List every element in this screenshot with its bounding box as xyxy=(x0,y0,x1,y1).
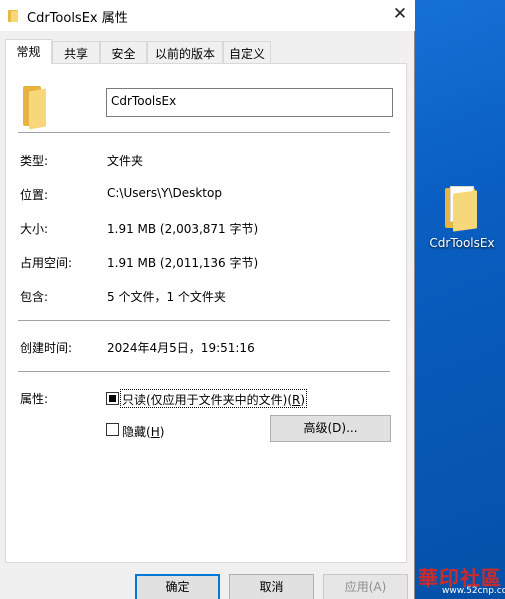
readonly-tail: ) xyxy=(300,393,306,407)
tab-sharing[interactable]: 共享 xyxy=(52,41,100,63)
tab-customize[interactable]: 自定义 xyxy=(223,41,271,63)
desktop-folder-item[interactable]: CdrToolsEx xyxy=(424,186,500,250)
location-label: 位置: xyxy=(20,188,49,202)
folder-icon xyxy=(445,186,479,232)
contains-value: 5 个文件，1 个文件夹 xyxy=(107,290,226,304)
window-title: CdrToolsEx 属性 xyxy=(27,11,128,26)
hidden-accesskey: H xyxy=(150,425,160,439)
type-value: 文件夹 xyxy=(107,154,144,168)
readonly-label[interactable]: 只读(仅应用于文件夹中的文件)(R) xyxy=(120,389,308,408)
attributes-label: 属性: xyxy=(20,392,49,406)
hidden-tail: ) xyxy=(159,425,165,439)
name-field[interactable]: CdrToolsEx xyxy=(106,88,393,117)
hidden-text: 隐藏( xyxy=(122,425,151,439)
hidden-checkbox[interactable] xyxy=(106,423,119,436)
divider xyxy=(18,320,390,321)
size-on-disk-value: 1.91 MB (2,011,136 字节) xyxy=(107,256,259,270)
readonly-text: 只读(仅应用于文件夹中的文件)( xyxy=(122,393,293,407)
size-value: 1.91 MB (2,003,871 字节) xyxy=(107,222,259,236)
tab-security[interactable]: 安全 xyxy=(100,41,147,63)
readonly-checkbox[interactable] xyxy=(106,392,119,405)
ok-button[interactable]: 确定 xyxy=(135,574,220,599)
divider xyxy=(18,132,390,133)
size-on-disk-label: 占用空间: xyxy=(20,256,73,270)
folder-icon xyxy=(8,10,18,22)
watermark-url: www.52cnp.com xyxy=(442,586,505,596)
cancel-button[interactable]: 取消 xyxy=(229,574,314,599)
created-value: 2024年4月5日，19:51:16 xyxy=(107,341,255,355)
close-button[interactable]: ✕ xyxy=(389,4,411,26)
title-bar[interactable]: CdrToolsEx 属性 ✕ xyxy=(0,0,415,31)
type-label: 类型: xyxy=(20,154,49,168)
hidden-label[interactable]: 隐藏(H) xyxy=(122,423,164,440)
folder-icon xyxy=(23,84,49,130)
tab-previous-versions[interactable]: 以前的版本 xyxy=(147,41,223,63)
size-label: 大小: xyxy=(20,222,49,236)
tab-general[interactable]: 常规 xyxy=(5,39,52,64)
desktop-folder-label: CdrToolsEx xyxy=(429,236,495,250)
properties-dialog: CdrToolsEx 属性 ✕ 常规 共享 安全 以前的版本 自定义 CdrTo… xyxy=(0,0,415,599)
advanced-button[interactable]: 高级(D)... xyxy=(270,415,391,442)
contains-label: 包含: xyxy=(20,290,49,304)
created-label: 创建时间: xyxy=(20,341,73,355)
location-value: C:\Users\Y\Desktop xyxy=(107,186,222,200)
apply-button[interactable]: 应用(A) xyxy=(323,574,408,599)
general-panel xyxy=(5,63,407,563)
divider xyxy=(18,371,390,372)
